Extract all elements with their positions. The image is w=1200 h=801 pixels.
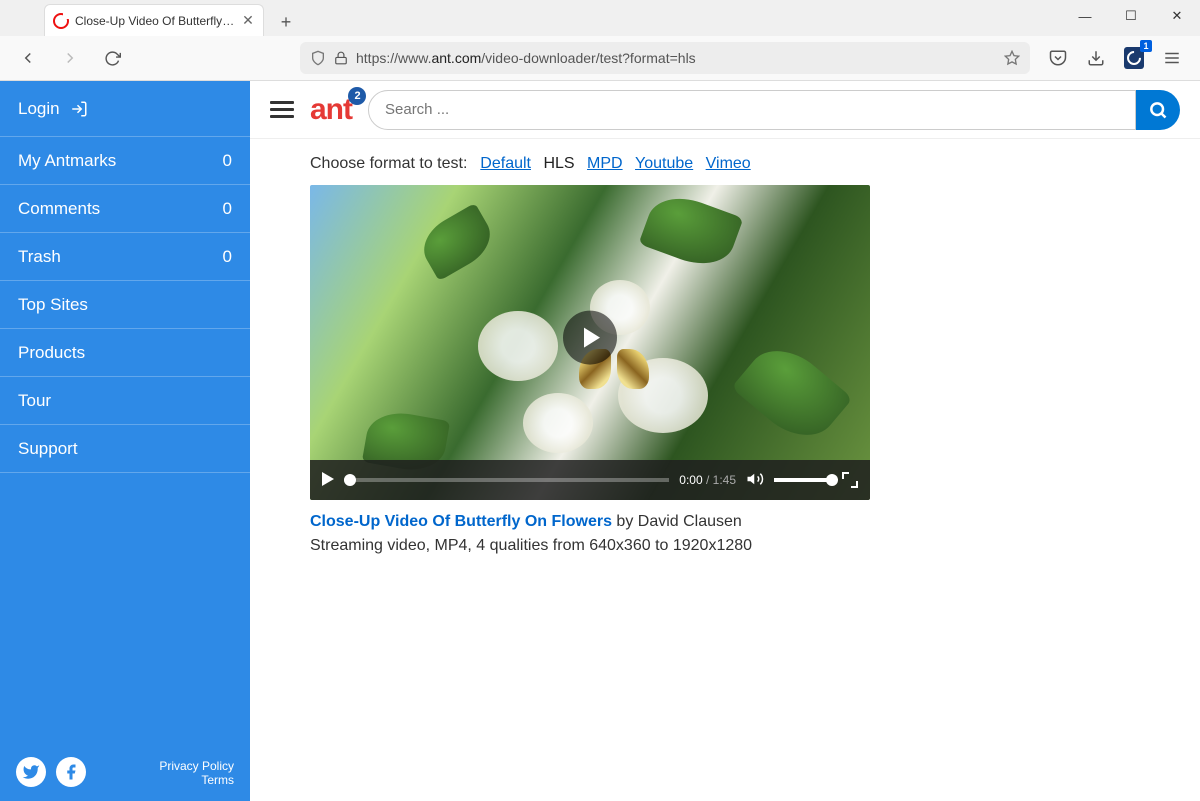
login-icon: [70, 100, 88, 118]
new-tab-button[interactable]: +: [272, 8, 300, 36]
sidebar-item-tour[interactable]: Tour: [0, 377, 250, 425]
sidebar-item-support[interactable]: Support: [0, 425, 250, 473]
tab-close-icon[interactable]: ✕: [241, 14, 255, 28]
sidebar-item-label: Trash: [18, 247, 61, 267]
by-text: by: [612, 513, 638, 530]
shield-icon: [310, 50, 326, 66]
volume-icon[interactable]: [746, 470, 764, 491]
format-youtube[interactable]: Youtube: [635, 155, 693, 172]
sidebar-item-label: Support: [18, 439, 78, 459]
search-button[interactable]: [1136, 90, 1180, 130]
back-button[interactable]: [14, 44, 42, 72]
video-details: Streaming video, MP4, 4 qualities from 6…: [310, 537, 752, 554]
play-overlay-button[interactable]: [563, 310, 617, 364]
maximize-button[interactable]: ☐: [1108, 0, 1154, 32]
reload-button[interactable]: [98, 44, 126, 72]
sidebar-item-antmarks[interactable]: My Antmarks 0: [0, 137, 250, 185]
sidebar-item-label: Tour: [18, 391, 51, 411]
sidebar-item-label: My Antmarks: [18, 151, 116, 171]
lock-icon: [334, 51, 348, 65]
volume-slider[interactable]: [774, 478, 832, 482]
sidebar-item-label: Comments: [18, 199, 100, 219]
video-player[interactable]: 0:00 / 1:45: [310, 185, 870, 500]
search-icon: [1148, 100, 1168, 120]
logo[interactable]: ant 2: [310, 93, 352, 127]
downloads-icon[interactable]: [1082, 44, 1110, 72]
video-controls: 0:00 / 1:45: [310, 460, 870, 500]
sidebar-item-products[interactable]: Products: [0, 329, 250, 377]
format-hls: HLS: [543, 155, 574, 172]
browser-tab[interactable]: Close-Up Video Of Butterfly On ✕: [44, 4, 264, 36]
terms-link[interactable]: Terms: [159, 773, 234, 787]
bookmark-star-icon[interactable]: [1004, 50, 1020, 66]
url-text: https://www.ant.com/video-downloader/tes…: [356, 50, 996, 66]
time-display: 0:00 / 1:45: [679, 473, 736, 487]
extension-badge: 1: [1140, 40, 1152, 52]
sidebar: Login My Antmarks 0 Comments 0 Trash 0 T…: [0, 81, 250, 801]
pocket-icon[interactable]: [1044, 44, 1072, 72]
progress-bar[interactable]: [344, 478, 669, 482]
sidebar-item-label: Products: [18, 343, 85, 363]
sidebar-item-label: Top Sites: [18, 295, 88, 315]
sidebar-item-comments[interactable]: Comments 0: [0, 185, 250, 233]
search-input[interactable]: [368, 90, 1136, 130]
minimize-button[interactable]: —: [1062, 0, 1108, 32]
tab-title: Close-Up Video Of Butterfly On: [75, 14, 235, 28]
favicon: [53, 13, 69, 29]
menu-icon[interactable]: [1158, 44, 1186, 72]
format-chooser: Choose format to test: Default HLS MPD Y…: [310, 155, 1180, 173]
forward-button[interactable]: [56, 44, 84, 72]
address-bar[interactable]: https://www.ant.com/video-downloader/tes…: [300, 42, 1030, 74]
extension-icon[interactable]: 1: [1120, 44, 1148, 72]
sidebar-item-trash[interactable]: Trash 0: [0, 233, 250, 281]
fullscreen-button[interactable]: [842, 472, 858, 488]
sidebar-item-count: 0: [223, 247, 232, 267]
video-title-link[interactable]: Close-Up Video Of Butterfly On Flowers: [310, 513, 612, 530]
close-window-button[interactable]: ✕: [1154, 0, 1200, 32]
sidebar-item-count: 0: [223, 151, 232, 171]
format-vimeo[interactable]: Vimeo: [706, 155, 751, 172]
sidebar-item-count: 0: [223, 199, 232, 219]
twitter-icon[interactable]: [16, 757, 46, 787]
login-button[interactable]: Login: [0, 81, 250, 137]
video-author: David Clausen: [638, 513, 742, 530]
play-button[interactable]: [322, 472, 334, 489]
format-mpd[interactable]: MPD: [587, 155, 623, 172]
logo-badge: 2: [348, 87, 366, 105]
sidebar-item-topsites[interactable]: Top Sites: [0, 281, 250, 329]
format-default[interactable]: Default: [480, 155, 531, 172]
facebook-icon[interactable]: [56, 757, 86, 787]
privacy-link[interactable]: Privacy Policy: [159, 759, 234, 773]
hamburger-icon[interactable]: [270, 101, 294, 118]
